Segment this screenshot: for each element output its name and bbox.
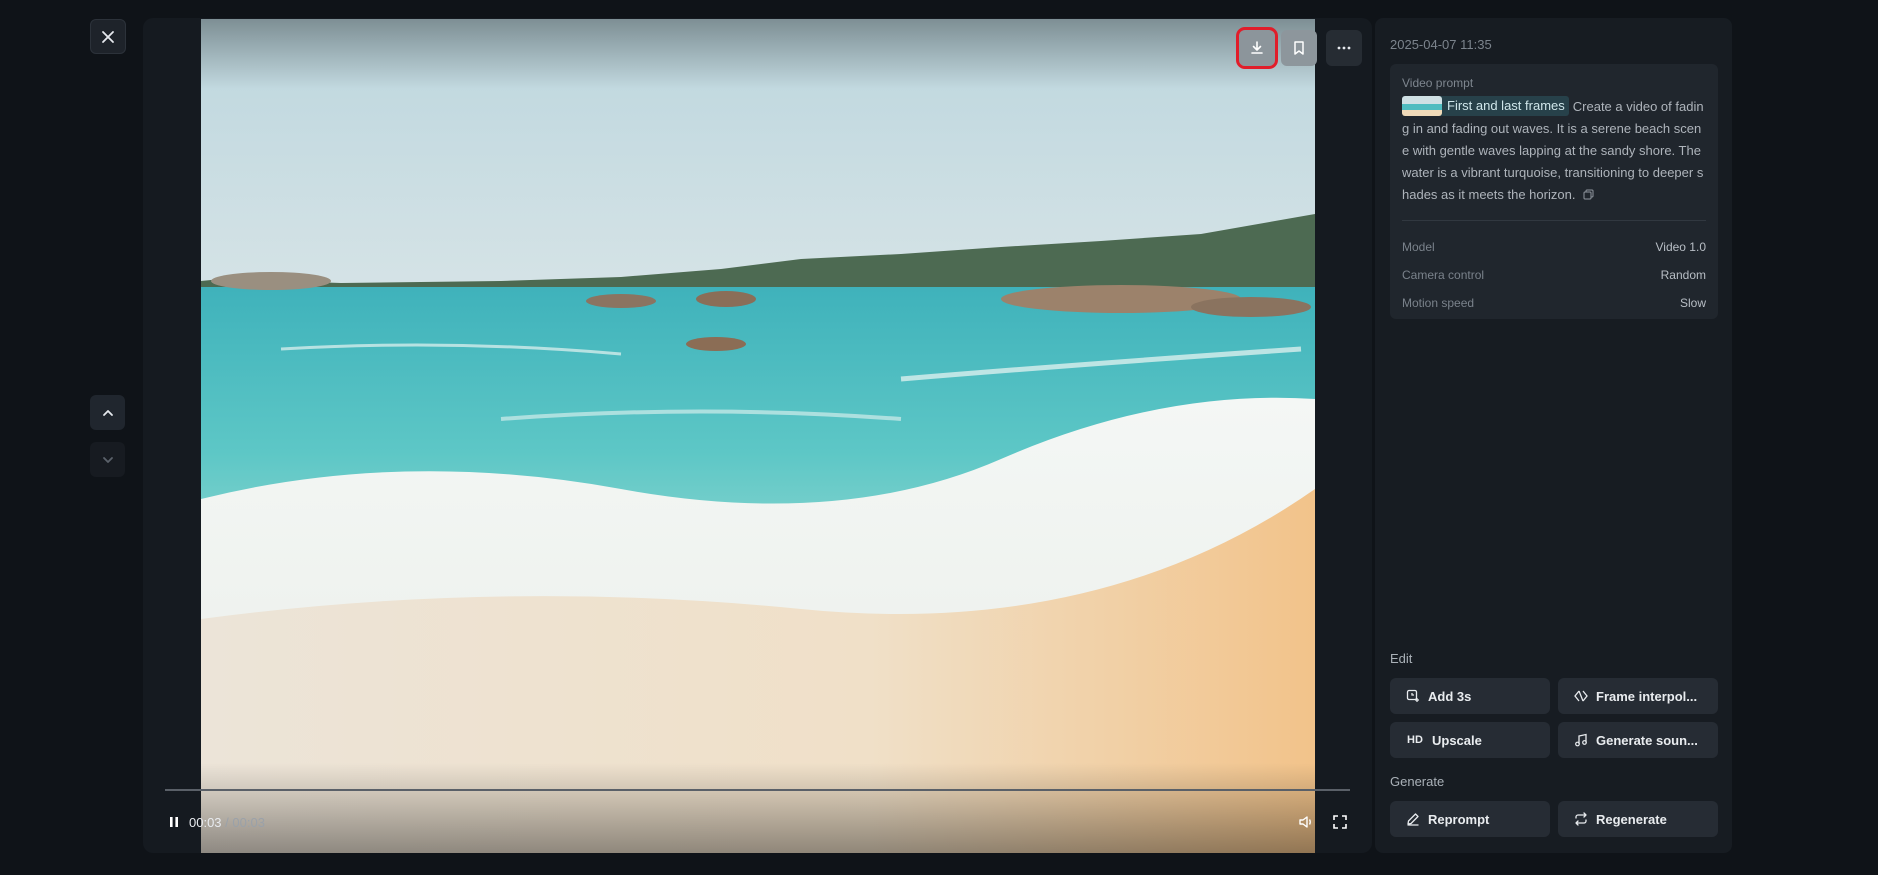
regenerate-label: Regenerate — [1596, 811, 1667, 827]
current-time: 00:03 — [189, 814, 222, 830]
more-horizontal-icon — [1337, 46, 1351, 50]
tag-label: First and last frames — [1447, 98, 1565, 113]
add-3s-button[interactable]: Add 3s — [1390, 678, 1550, 714]
volume-button[interactable] — [1298, 814, 1314, 830]
time-display: 00:03 / 00:03 — [189, 815, 265, 830]
volume-icon — [1299, 816, 1311, 828]
upscale-button[interactable]: HD Upscale — [1390, 722, 1550, 758]
detail-key: Model — [1402, 239, 1435, 254]
close-button[interactable] — [90, 19, 126, 54]
frame-interpolation-label: Frame interpol... — [1596, 688, 1698, 704]
bottom-shade — [201, 763, 1315, 853]
add-3s-label: Add 3s — [1428, 688, 1472, 704]
detail-value: Video 1.0 — [1655, 239, 1707, 254]
chevron-down-icon — [102, 456, 113, 463]
next-item-button[interactable] — [90, 442, 125, 477]
video-frame[interactable] — [201, 19, 1315, 853]
hd-icon: HD — [1407, 734, 1423, 746]
first-last-frames-tag[interactable]: First and last frames — [1402, 96, 1569, 116]
detail-key: Motion speed — [1402, 295, 1475, 310]
pause-button[interactable] — [167, 815, 181, 829]
divider — [1402, 219, 1706, 221]
fullscreen-icon — [1333, 815, 1347, 829]
pencil-icon — [1406, 812, 1420, 826]
detail-row-motion-speed: Motion speed Slow — [1402, 289, 1706, 317]
duration: 00:03 — [232, 814, 265, 830]
progress-bar[interactable] — [165, 789, 1350, 791]
beach-scene-image — [201, 19, 1315, 853]
prompt-label: Video prompt — [1402, 76, 1474, 90]
video-viewer: 00:03 / 00:03 — [143, 18, 1372, 853]
top-shade — [201, 19, 1315, 89]
download-button[interactable] — [1236, 27, 1278, 69]
detail-row-camera-control: Camera control Random — [1402, 261, 1706, 289]
upscale-label: Upscale — [1432, 732, 1482, 748]
player-controls: 00:03 / 00:03 — [167, 811, 1348, 833]
details-panel: 2025-04-07 11:35 Video prompt First and … — [1375, 18, 1732, 853]
edit-section-label: Edit — [1390, 651, 1413, 666]
detail-value: Random — [1660, 267, 1706, 282]
generate-sound-button[interactable]: Generate soun... — [1558, 722, 1718, 758]
fullscreen-button[interactable] — [1332, 814, 1348, 830]
copy-button[interactable] — [1583, 185, 1594, 207]
reprompt-button[interactable]: Reprompt — [1390, 801, 1550, 837]
time-separator: / — [221, 814, 233, 830]
frame-thumbnail — [1402, 96, 1442, 116]
creation-date: 2025-04-07 11:35 — [1390, 37, 1492, 52]
frame-interpolation-icon — [1574, 689, 1588, 703]
detail-value: Slow — [1679, 295, 1706, 310]
copy-icon — [1583, 189, 1594, 200]
add-time-icon — [1406, 689, 1420, 703]
prompt-card: Video prompt First and last frames Creat… — [1390, 64, 1718, 319]
previous-item-button[interactable] — [90, 395, 125, 430]
more-options-button[interactable] — [1326, 30, 1362, 66]
frame-interpolation-button[interactable]: Frame interpol... — [1558, 678, 1718, 714]
generate-sound-label: Generate soun... — [1596, 732, 1698, 748]
bookmark-icon — [1294, 41, 1304, 55]
pause-icon — [170, 817, 178, 827]
reprompt-label: Reprompt — [1428, 811, 1490, 827]
chevron-up-icon — [102, 409, 113, 416]
repeat-icon — [1574, 812, 1588, 826]
prompt-body: First and last frames Create a video of … — [1402, 96, 1706, 207]
download-icon — [1251, 41, 1263, 54]
generate-section-label: Generate — [1390, 774, 1445, 789]
music-note-icon — [1574, 733, 1588, 747]
bookmark-button[interactable] — [1281, 30, 1317, 66]
detail-key: Camera control — [1402, 267, 1485, 282]
detail-row-model: Model Video 1.0 — [1402, 233, 1706, 261]
close-icon — [102, 30, 114, 43]
regenerate-button[interactable]: Regenerate — [1558, 801, 1718, 837]
